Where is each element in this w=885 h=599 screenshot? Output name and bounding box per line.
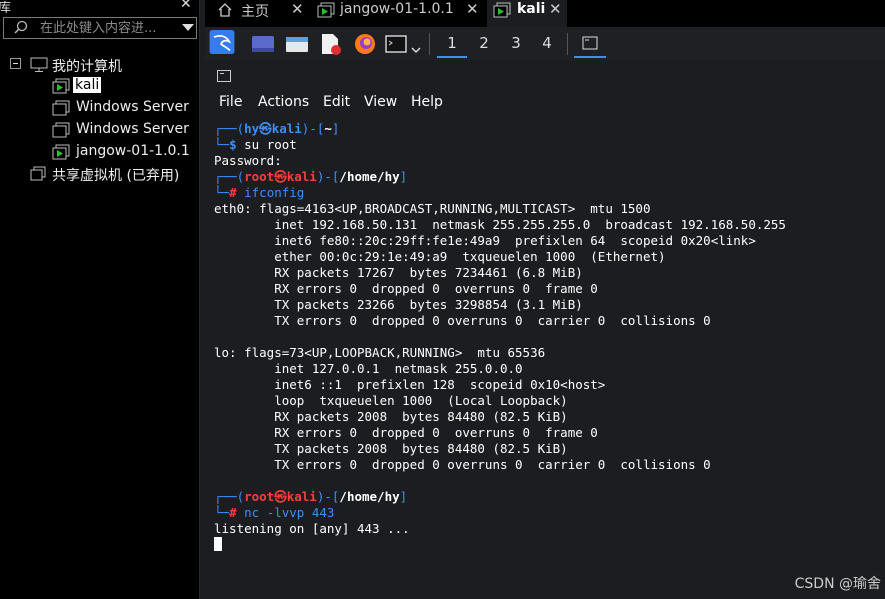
terminal-output: ┌──(hy㉿kali)-[~] └─$ su root Password: ┌… <box>214 121 786 553</box>
tab-kali[interactable]: kali ✕ <box>487 0 567 27</box>
prompt-dir: /home/hy <box>339 169 400 184</box>
panel-separator <box>429 33 430 55</box>
prompt-line: ┌──(root㉿kali)-[/home/hy] <box>214 169 408 184</box>
cursor-line <box>214 537 786 553</box>
taskbar-terminal-window[interactable] <box>574 30 606 58</box>
command-line: └─# ifconfig <box>214 185 305 200</box>
home-icon <box>218 3 232 17</box>
file-manager-icon[interactable] <box>285 32 309 56</box>
firefox-icon[interactable] <box>353 32 377 56</box>
tab-home[interactable]: 主页 ✕ <box>213 0 308 22</box>
output-line: ether 00:0c:29:1e:49:a9 txqueuelen 1000 … <box>214 249 666 264</box>
text-cursor <box>214 537 222 551</box>
output-line: RX packets 17267 bytes 7234461 (6.8 MiB) <box>214 265 583 280</box>
shared-vms-label: 共享虚拟机 (已弃用) <box>52 168 180 184</box>
library-panel: 库 ✕ 我的计算机 kali Windows Server <box>0 0 200 599</box>
vm-running-icon <box>317 2 335 18</box>
workspace-2[interactable]: 2 <box>469 30 499 58</box>
csdn-watermark: CSDN @瑜舍 <box>794 576 881 592</box>
menu-help[interactable]: Help <box>411 94 443 110</box>
panel-separator <box>567 33 568 55</box>
library-search[interactable] <box>3 17 197 39</box>
command-text: ifconfig <box>244 185 305 200</box>
output-line: lo: flags=73<UP,LOOPBACK,RUNNING> mtu 65… <box>214 345 546 360</box>
vm-label: Windows Server <box>76 121 189 137</box>
listening-line: listening on [any] 443 ... <box>214 521 410 536</box>
vm-running-icon <box>52 78 70 94</box>
ifconfig-output: eth0: flags=4163<UP,BROADCAST,RUNNING,MU… <box>214 201 786 489</box>
prompt-line: ┌──(root㉿kali)-[/home/hy] <box>214 489 408 504</box>
chevron-down-icon[interactable] <box>182 24 194 31</box>
tab-label: 主页 <box>241 4 269 20</box>
vm-running-icon <box>52 144 70 160</box>
workspace-1[interactable]: 1 <box>437 30 467 58</box>
output-line: loop txqueuelen 1000 (Local Loopback) <box>214 393 568 408</box>
library-title: 库 <box>0 1 12 16</box>
terminal-window[interactable]: File Actions Edit View Help ┌──(hy㉿kali)… <box>205 60 885 599</box>
text-editor-icon[interactable] <box>319 32 343 56</box>
prompt-host: kali <box>286 169 317 184</box>
prompt-user: root <box>244 169 275 184</box>
command-line: └─$ su root <box>214 137 297 152</box>
output-line: inet 127.0.0.1 netmask 255.0.0.0 <box>214 361 523 376</box>
tree-root-label: 我的计算机 <box>52 59 122 75</box>
prompt-user: root <box>244 489 275 504</box>
vm-running-icon <box>493 2 511 18</box>
output-line: eth0: flags=4163<UP,BROADCAST,RUNNING,MU… <box>214 201 651 216</box>
close-icon[interactable]: ✕ <box>466 0 479 18</box>
menu-edit[interactable]: Edit <box>323 94 350 110</box>
menu-file[interactable]: File <box>219 94 242 110</box>
vm-icon <box>52 100 70 116</box>
library-header: 库 ✕ <box>0 0 200 16</box>
search-icon <box>14 20 28 34</box>
close-icon[interactable]: ✕ <box>180 0 192 12</box>
tab-label: jangow-01-1.0.1 <box>340 1 454 17</box>
prompt-dir: ~ <box>324 121 332 136</box>
output-line: TX packets 2008 bytes 84480 (82.5 KiB) <box>214 441 568 456</box>
vm-tab-bar: 主页 ✕ jangow-01-1.0.1 ✕ kali ✕ <box>205 0 885 27</box>
output-line: inet 192.168.50.131 netmask 255.255.255.… <box>214 217 786 232</box>
output-line: TX errors 0 dropped 0 overruns 0 carrier… <box>214 313 711 328</box>
search-input[interactable] <box>40 20 176 36</box>
output-line: RX packets 2008 bytes 84480 (82.5 KiB) <box>214 409 568 424</box>
vm-icon <box>52 122 70 138</box>
computer-icon <box>30 57 48 72</box>
desktop-icon[interactable] <box>251 32 275 56</box>
vm-label: jangow-01-1.0.1 <box>76 143 190 159</box>
prompt-line: ┌──(hy㉿kali)-[~] <box>214 121 340 136</box>
terminal-icon <box>217 70 231 82</box>
output-line: RX errors 0 dropped 0 overruns 0 frame 0 <box>214 425 598 440</box>
kali-menu-icon[interactable] <box>208 30 236 54</box>
output-line: TX packets 23266 bytes 3298854 (3.1 MiB) <box>214 297 583 312</box>
password-prompt: Password: <box>214 153 282 168</box>
prompt-host: kali <box>286 489 317 504</box>
command-line: └─# nc -lvvp 443 <box>214 505 335 520</box>
output-line: TX errors 0 dropped 0 overruns 0 carrier… <box>214 457 711 472</box>
collapse-toggle[interactable] <box>10 58 21 69</box>
shared-vm-icon <box>30 166 46 181</box>
terminal-window-icon <box>582 36 598 50</box>
workspace-4[interactable]: 4 <box>532 30 562 58</box>
close-icon[interactable]: ✕ <box>549 0 562 18</box>
menu-actions[interactable]: Actions <box>258 94 309 110</box>
output-line: inet6 fe80::20c:29ff:fe1e:49a9 prefixlen… <box>214 233 756 248</box>
workspace-3[interactable]: 3 <box>501 30 531 58</box>
vm-label: Windows Server <box>76 99 189 115</box>
output-line: RX errors 0 dropped 0 overruns 0 frame 0 <box>214 281 598 296</box>
prompt-dir: /home/hy <box>339 489 400 504</box>
kali-top-panel: 1 2 3 4 <box>205 27 885 60</box>
vm-label: kali <box>73 77 102 93</box>
prompt-user: hy <box>244 121 260 136</box>
command-text: nc -lvvp 443 <box>244 505 335 520</box>
prompt-host: kali <box>271 121 302 136</box>
tab-jangow[interactable]: jangow-01-1.0.1 ✕ <box>313 0 483 22</box>
terminal-launcher-icon[interactable] <box>385 32 407 56</box>
command-text: su root <box>244 137 297 152</box>
menu-view[interactable]: View <box>364 94 397 110</box>
output-line: inet6 ::1 prefixlen 128 scopeid 0x10<hos… <box>214 377 606 392</box>
tab-label: kali <box>517 1 546 17</box>
close-icon[interactable]: ✕ <box>291 0 304 18</box>
